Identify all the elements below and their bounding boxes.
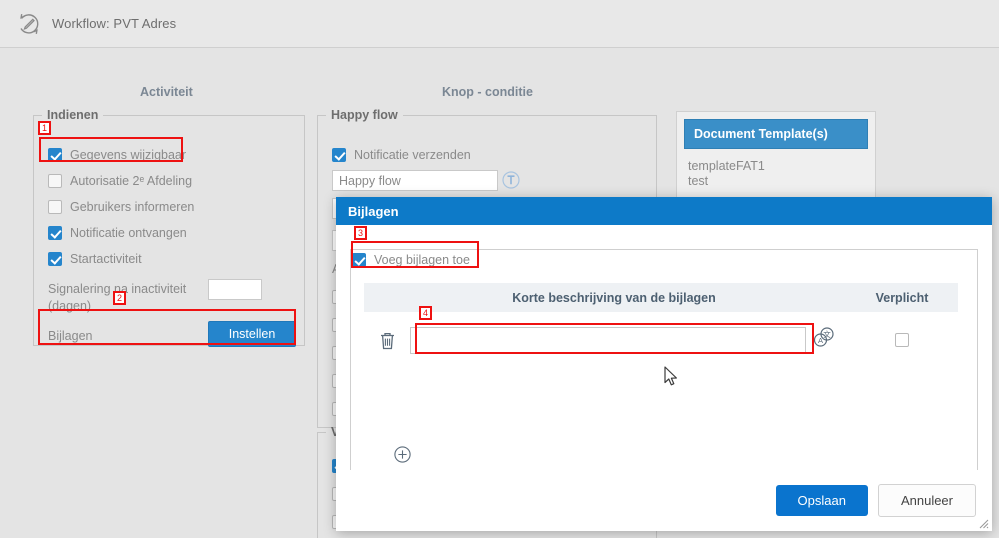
checkbox-gebruikers-informeren[interactable]: Gebruikers informeren [48,200,194,214]
column-header-activiteit: Activiteit [140,85,193,99]
translate-icon[interactable]: A 文 [812,326,836,354]
panel-indienen-legend: Indienen [47,108,99,122]
list-item[interactable]: templateFAT1 [677,158,875,173]
mouse-cursor [664,366,680,393]
translate-text-icon[interactable] [498,168,524,197]
annotation-number-2: 2 [113,291,127,305]
checkbox-box[interactable] [48,252,62,266]
add-row-button[interactable] [394,446,411,463]
annotation-number-3: 3 [354,226,368,240]
document-templates-title: Document Template(s) [684,119,868,149]
checkbox-label: Notificatie ontvangen [70,226,187,240]
workflow-edit-icon [16,11,42,37]
svg-text:文: 文 [823,329,831,339]
attachments-table: Korte beschrijving van de bijlagen Verpl… [364,283,958,463]
annuleer-button[interactable]: Annuleer [877,484,976,517]
checkbox-verplicht-cell[interactable] [846,333,958,347]
checkbox-notificatie-ontvangen[interactable]: Notificatie ontvangen [48,226,187,240]
delete-row-button[interactable] [364,330,410,351]
checkbox-label: Notificatie verzenden [354,148,471,162]
panel-indienen: Indienen Gegevens wijzigbaar Autorisatie… [33,108,305,347]
column-header-verplicht: Verplicht [875,290,929,305]
plus-circle-icon [394,446,411,463]
checkbox-notificatie-verzenden[interactable]: Notificatie verzenden [332,148,471,162]
checkbox-box[interactable] [332,148,346,162]
checkbox-verplicht[interactable] [895,333,909,347]
column-header-korte-beschrijving: Korte beschrijving van de bijlagen [512,290,716,305]
annotation-number-1: 1 [38,121,52,135]
resize-handle[interactable] [977,516,989,529]
input-happy-flow-name[interactable] [332,170,498,191]
bijlagen-modal: Bijlagen Voeg bijlagen toe Korte beschri… [336,197,992,531]
checkbox-gegevens-wijzigbaar[interactable]: Gegevens wijzigbaar [48,148,186,162]
modal-footer: Opslaan Annuleer [336,470,992,531]
document-templates-list: templateFAT1 test [677,158,875,188]
checkbox-box[interactable] [352,253,366,267]
checkbox-label: Startactiviteit [70,252,142,266]
modal-title-bar: Bijlagen [336,197,992,225]
workflow-header: Workflow: PVT Adres [0,0,999,48]
instellen-button[interactable]: Instellen [208,321,296,347]
checkbox-autorisatie-2e-afdeling[interactable]: Autorisatie 2ᵉ Afdeling [48,174,192,188]
label-bijlagen: Bijlagen [48,329,93,343]
checkbox-box[interactable] [48,226,62,240]
modal-title: Bijlagen [348,203,399,219]
checkbox-label: Autorisatie 2ᵉ Afdeling [70,174,193,188]
trash-icon [380,332,394,349]
table-row: A 文 [364,312,958,364]
input-korte-beschrijving[interactable] [410,326,806,354]
checkbox-box[interactable] [48,174,62,188]
label-signalering-na-inactiviteit: Signalering na inactiviteit (dagen) [48,282,187,313]
checkbox-box[interactable] [48,200,62,214]
checkbox-startactiviteit[interactable]: Startactiviteit [48,252,142,266]
checkbox-voeg-bijlagen-toe[interactable]: Voeg bijlagen toe [352,253,470,267]
application-window: Workflow: PVT Adres Activiteit Knop - co… [0,0,999,538]
checkbox-label: Gegevens wijzigbaar [70,148,187,162]
checkbox-box[interactable] [48,148,62,162]
panel-happy-flow-legend: Happy flow [331,108,398,122]
table-header-row: Korte beschrijving van de bijlagen Verpl… [364,283,958,312]
column-header-knop-conditie: Knop - conditie [442,85,533,99]
list-item[interactable]: test [677,173,875,188]
opslaan-button[interactable]: Opslaan [775,485,868,516]
checkbox-label: Voeg bijlagen toe [374,253,470,267]
workflow-title: Workflow: PVT Adres [52,16,177,31]
modal-body: Voeg bijlagen toe Korte beschrijving van… [336,225,992,498]
input-signalering-dagen[interactable] [208,279,262,300]
checkbox-label: Gebruikers informeren [70,200,195,214]
annotation-number-4: 4 [419,306,433,320]
